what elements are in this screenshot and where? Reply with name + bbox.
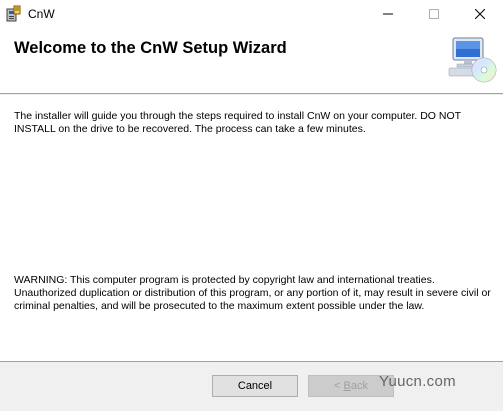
wizard-content: The installer will guide you through the… <box>0 95 503 362</box>
installer-icon <box>6 5 21 22</box>
close-icon <box>475 9 485 19</box>
window-titlebar: CnW <box>0 0 503 28</box>
computer-cd-icon <box>448 37 497 83</box>
intro-text: The installer will guide you through the… <box>14 110 461 135</box>
back-button-accesskey: B <box>343 380 351 392</box>
close-button[interactable] <box>457 0 503 28</box>
cancel-button-label: Cancel <box>237 380 273 392</box>
copyright-warning: WARNING: This computer program is protec… <box>14 274 491 312</box>
cancel-button[interactable]: Cancel <box>212 375 298 397</box>
wizard-header: Welcome to the CnW Setup Wizard <box>0 28 503 94</box>
window-title: CnW <box>28 7 55 21</box>
minimize-icon <box>383 13 393 15</box>
watermark-text: Yuucn.com <box>379 372 456 390</box>
back-button-label: ack <box>350 380 368 392</box>
maximize-icon <box>429 9 439 19</box>
maximize-button <box>411 0 457 28</box>
wizard-title: Welcome to the CnW Setup Wizard <box>14 39 287 57</box>
back-button-prefix: < <box>334 380 344 392</box>
minimize-button[interactable] <box>365 0 411 28</box>
watermark: Yuucn.com <box>375 369 495 393</box>
